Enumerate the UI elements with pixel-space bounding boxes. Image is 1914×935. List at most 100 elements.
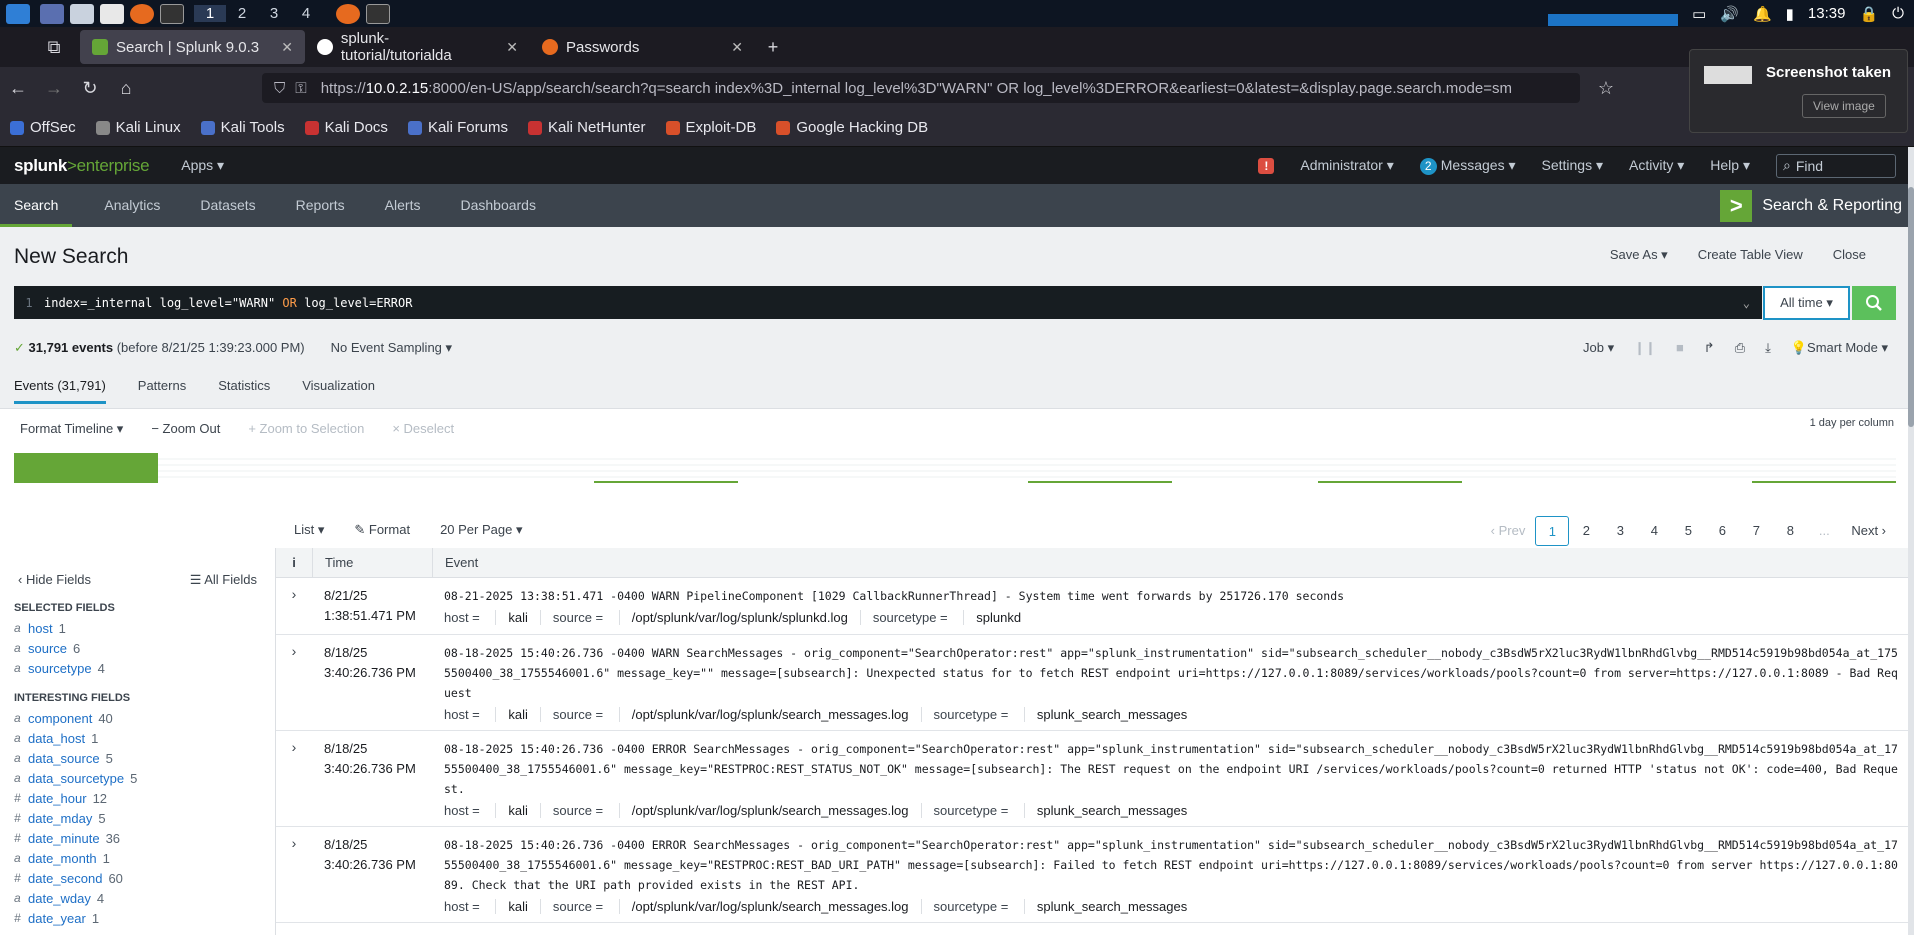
field-date-second[interactable]: # date_second 60 — [14, 868, 261, 888]
shield-icon[interactable]: ⛉ — [274, 80, 285, 97]
workspace-4[interactable]: 4 — [290, 5, 322, 22]
meta-host-value[interactable]: kali — [508, 707, 528, 722]
field-data-source[interactable]: a data_source 5 — [14, 748, 261, 768]
prev-page-button[interactable]: ‹ Prev — [1491, 516, 1526, 546]
field-date-minute[interactable]: # date_minute 36 — [14, 828, 261, 848]
tab-overview-icon[interactable]: ⧉ — [36, 37, 72, 58]
page-3[interactable]: 3 — [1603, 516, 1637, 546]
format-button[interactable]: ✎ Format — [354, 522, 410, 538]
tab-patterns[interactable]: Patterns — [138, 378, 186, 404]
per-page-dropdown[interactable]: 20 Per Page ▾ — [440, 522, 522, 538]
time-range-picker[interactable]: All time ▾ — [1763, 286, 1850, 320]
screenshot-notification[interactable]: Screenshot taken View image — [1689, 49, 1908, 133]
reload-icon[interactable]: ↻ — [72, 78, 108, 99]
job-menu[interactable]: Job ▾ — [1583, 340, 1614, 356]
nav-datasets[interactable]: Datasets — [186, 184, 269, 227]
event-time[interactable]: 8/18/25 3:40:26.736 PM — [312, 643, 432, 722]
field-name[interactable]: data_source — [28, 751, 100, 766]
list-dropdown[interactable]: List ▾ — [294, 522, 324, 538]
url-bar[interactable]: ⛉ ⚿ https://10.0.2.15:8000/en-US/app/sea… — [262, 73, 1580, 103]
meta-sourcetype-value[interactable]: splunk_search_messages — [1037, 707, 1187, 722]
meta-host-value[interactable]: kali — [508, 899, 528, 914]
field-name[interactable]: source — [28, 641, 67, 656]
event-raw-text[interactable]: 08-21-2025 13:38:51.471 -0400 WARN Pipel… — [444, 586, 1904, 606]
bookmark-kali-linux[interactable]: Kali Linux — [95, 119, 181, 136]
page-7[interactable]: 7 — [1739, 516, 1773, 546]
volume-icon[interactable]: 🔊 — [1720, 5, 1739, 23]
tab-visualization[interactable]: Visualization — [302, 378, 375, 404]
field-date-month[interactable]: a date_month 1 — [14, 848, 261, 868]
timeline-bar[interactable] — [1752, 481, 1896, 483]
print-icon[interactable]: ⎙ — [1735, 340, 1745, 356]
page-6[interactable]: 6 — [1705, 516, 1739, 546]
save-as-button[interactable]: Save As ▾ — [1610, 247, 1668, 263]
close-button[interactable]: Close — [1833, 247, 1866, 263]
event-time[interactable]: 8/21/25 1:38:51.471 PM — [312, 586, 432, 626]
meta-host-value[interactable]: kali — [508, 803, 528, 818]
search-query-input[interactable]: 1 index=_internal log_level="WARN" OR lo… — [14, 286, 1762, 319]
field-name[interactable]: date_mday — [28, 811, 92, 826]
field-date-hour[interactable]: # date_hour 12 — [14, 788, 261, 808]
tab-events[interactable]: Events (31,791) — [14, 378, 106, 404]
bookmark-kali-nethunter[interactable]: Kali NetHunter — [527, 119, 646, 136]
field-date-wday[interactable]: a date_wday 4 — [14, 888, 261, 908]
battery-icon[interactable]: ▮ — [1786, 5, 1794, 23]
field-name[interactable]: date_second — [28, 871, 102, 886]
create-table-view-button[interactable]: Create Table View — [1698, 247, 1803, 263]
deselect-button[interactable]: × Deselect — [392, 421, 454, 437]
meta-source-value[interactable]: /opt/splunk/var/log/splunk/search_messag… — [632, 803, 909, 818]
field-name[interactable]: date_month — [28, 851, 97, 866]
field-name[interactable]: date_minute — [28, 831, 100, 846]
app-badge[interactable]: > Search & Reporting — [1720, 190, 1902, 222]
field-sourcetype[interactable]: a sourcetype 4 — [14, 658, 261, 678]
tab-statistics[interactable]: Statistics — [218, 378, 270, 404]
field-host[interactable]: a host 1 — [14, 618, 261, 638]
home-icon[interactable]: ⌂ — [108, 78, 144, 99]
page-8[interactable]: 8 — [1773, 516, 1807, 546]
event-raw-text[interactable]: 08-18-2025 15:40:26.736 -0400 WARN Searc… — [444, 643, 1904, 703]
close-tab-icon[interactable]: ✕ — [731, 39, 743, 56]
zoom-to-selection-button[interactable]: + Zoom to Selection — [248, 421, 364, 437]
pause-icon[interactable]: ❙❙ — [1634, 340, 1656, 356]
timeline-bar[interactable] — [1318, 481, 1462, 483]
firefox-icon[interactable] — [130, 3, 154, 24]
format-timeline-button[interactable]: Format Timeline ▾ — [20, 421, 123, 437]
zoom-out-button[interactable]: − Zoom Out — [151, 421, 220, 437]
timeline-bar[interactable] — [1028, 481, 1172, 483]
field-source[interactable]: a source 6 — [14, 638, 261, 658]
field-component[interactable]: a component 40 — [14, 708, 261, 728]
share-icon[interactable]: ↱ — [1704, 340, 1715, 356]
event-sampling-dropdown[interactable]: No Event Sampling ▾ — [331, 340, 452, 356]
lock-icon[interactable]: 🔒 — [1859, 5, 1878, 23]
bookmark-kali-tools[interactable]: Kali Tools — [200, 119, 285, 136]
meta-host-value[interactable]: kali — [508, 610, 528, 625]
apps-menu[interactable]: Apps ▾ — [181, 157, 224, 174]
file-manager-icon[interactable] — [70, 3, 94, 24]
nav-reports[interactable]: Reports — [282, 184, 359, 227]
page-scrollbar[interactable] — [1908, 147, 1914, 935]
page-5[interactable]: 5 — [1671, 516, 1705, 546]
meta-source-value[interactable]: /opt/splunk/var/log/splunk/splunkd.log — [632, 610, 848, 625]
view-image-button[interactable]: View image — [1802, 94, 1886, 118]
user-menu[interactable]: Administrator ▾ — [1300, 157, 1393, 174]
nav-analytics[interactable]: Analytics — [90, 184, 174, 227]
bookmark-offsec[interactable]: OffSec — [10, 119, 76, 136]
expand-row-icon[interactable]: › — [276, 835, 312, 914]
page-4[interactable]: 4 — [1637, 516, 1671, 546]
page-2[interactable]: 2 — [1569, 516, 1603, 546]
field-name[interactable]: host — [28, 621, 53, 636]
bookmark-google-hacking-db[interactable]: Google Hacking DB — [776, 119, 928, 136]
system-clock[interactable]: 13:39 — [1808, 5, 1846, 22]
expand-chevron-icon[interactable]: ⌄ — [1743, 296, 1750, 310]
terminal-icon[interactable] — [160, 3, 184, 24]
splunk-logo[interactable]: splunk>enterprise — [14, 156, 150, 176]
event-time[interactable]: 8/18/25 3:40:26.736 PM — [312, 739, 432, 818]
next-page-button[interactable]: Next › — [1851, 516, 1886, 546]
connection-info-icon[interactable]: ⚿ — [295, 80, 306, 97]
text-editor-icon[interactable] — [100, 3, 124, 24]
event-raw-text[interactable]: 08-18-2025 15:40:26.736 -0400 ERROR Sear… — [444, 739, 1904, 799]
field-name[interactable]: date_year — [28, 911, 86, 926]
event-raw-text[interactable]: 08-18-2025 15:40:26.736 -0400 ERROR Sear… — [444, 835, 1904, 895]
new-tab-icon[interactable]: + — [755, 37, 791, 58]
field-data-host[interactable]: a data_host 1 — [14, 728, 261, 748]
